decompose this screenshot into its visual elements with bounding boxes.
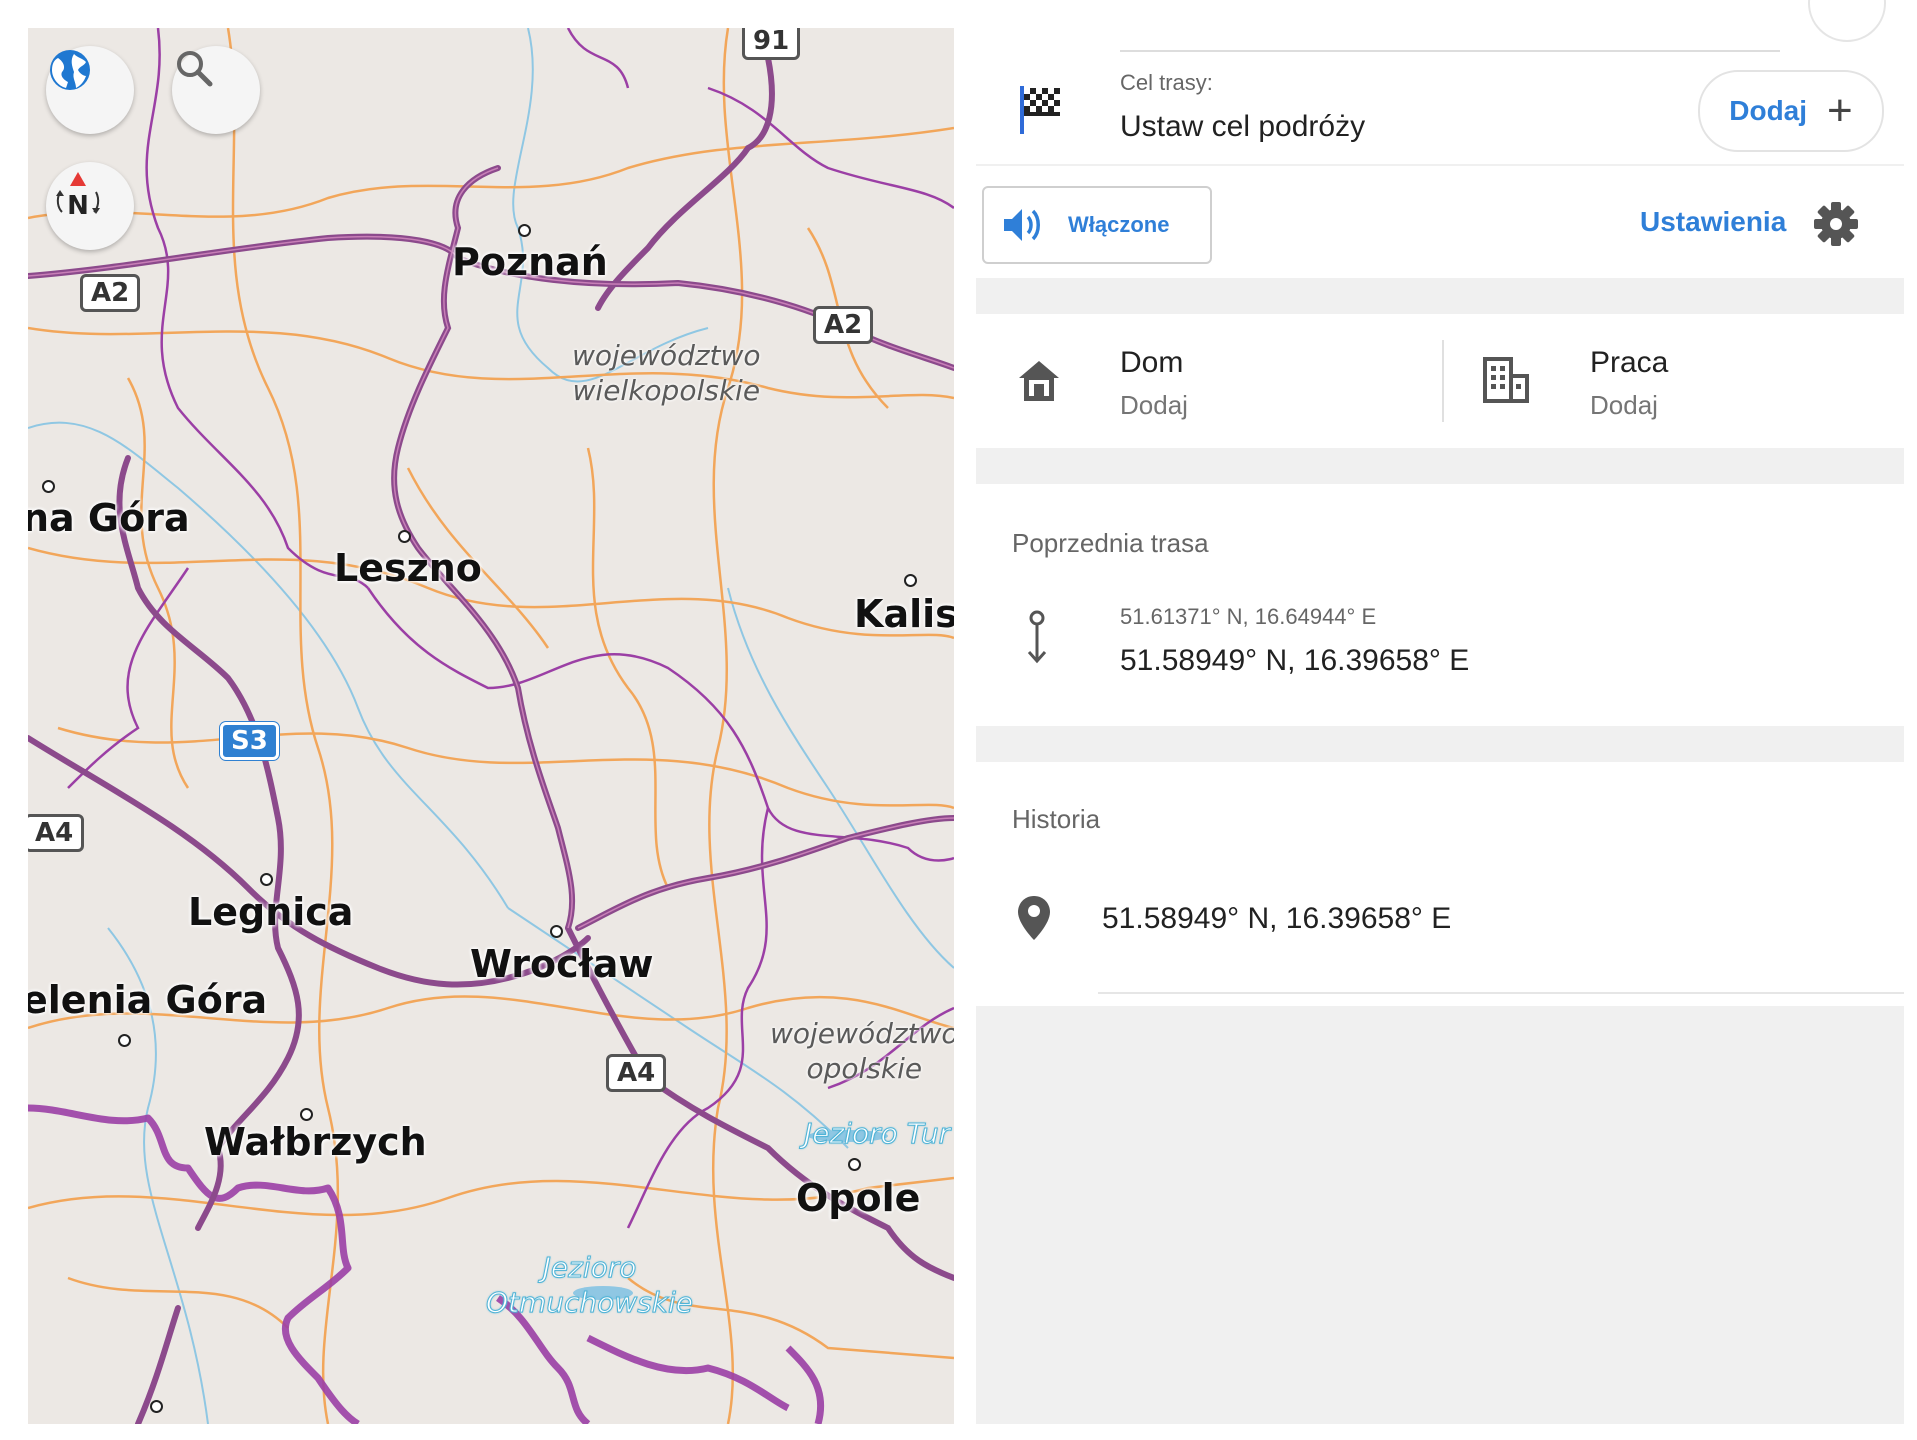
history-header: Historia <box>1012 804 1101 834</box>
previous-route-to: 51.58949° N, 16.39658° E <box>1120 644 1470 677</box>
road-shield-s3: S3 <box>220 722 279 760</box>
city-dot-leszno <box>398 530 411 543</box>
sound-toggle-label: Włączone <box>1068 212 1170 237</box>
road-shield-a2-east: A2 <box>813 306 874 344</box>
layers-button[interactable] <box>46 46 134 134</box>
region-line: wielkopolskie <box>572 374 761 407</box>
finish-flag-icon <box>1018 84 1064 141</box>
lake-label-turawskie: Jezioro Tur <box>803 1116 951 1151</box>
road-shield-a2-west: A2 <box>80 274 141 312</box>
city-dot-opole <box>848 1158 861 1171</box>
history-item-divider <box>1098 992 1904 994</box>
compass-icon: N <box>56 172 100 221</box>
lake-line: Jezioro <box>542 1251 637 1285</box>
lake-label-otmuchowskie: Jezioro Otmuchowskie <box>485 1250 694 1320</box>
city-label-opole[interactable]: Opole <box>796 1176 920 1220</box>
route-card: Cel trasy: Ustaw cel podróży Dodaj + <box>976 0 1904 164</box>
city-dot-zielona-gora <box>42 480 55 493</box>
city-dot-wroclaw <box>550 925 563 938</box>
city-label-kalisz[interactable]: Kalisz <box>854 592 954 636</box>
settings-link[interactable]: Ustawienia <box>1640 206 1786 238</box>
work-subtitle: Dodaj <box>1590 390 1658 420</box>
compass-north-label: N <box>67 191 89 221</box>
globe-icon <box>50 50 90 90</box>
compass-button[interactable]: N <box>46 162 134 250</box>
region-line: opolskie <box>806 1052 923 1085</box>
destination-label: Cel trasy: <box>1120 70 1213 95</box>
route-from-to-icon <box>1027 610 1047 664</box>
search-icon <box>177 51 213 87</box>
city-dot-legnica <box>260 873 273 886</box>
history-item[interactable]: 51.58949° N, 16.39658° E <box>976 874 1904 994</box>
city-label-legnica[interactable]: Legnica <box>188 890 353 934</box>
previous-route-item[interactable]: 51.61371° N, 16.64944° E 51.58949° N, 16… <box>976 594 1904 714</box>
city-dot-kalisz <box>904 574 917 587</box>
location-pin-icon <box>1018 896 1050 940</box>
previous-input-underline <box>1120 50 1780 52</box>
map-view[interactable]: N 91 A2 A2 S3 A4 A4 Poznań na Góra Leszn… <box>28 28 954 1424</box>
home-title: Dom <box>1120 346 1184 379</box>
city-label-wroclaw[interactable]: Wrocław <box>470 942 653 986</box>
city-label-leszno[interactable]: Leszno <box>334 546 482 590</box>
city-label-poznan[interactable]: Poznań <box>452 240 608 284</box>
road-shield-a4-south: A4 <box>606 1054 667 1092</box>
city-label-zielona-gora[interactable]: na Góra <box>28 496 190 540</box>
city-label-jelenia-gora[interactable]: elenia Góra <box>28 978 267 1022</box>
office-building-icon <box>1483 357 1529 403</box>
shortcuts-card: Dom Dodaj Praca Dodaj <box>976 314 1904 448</box>
previous-route-header: Poprzednia trasa <box>1012 528 1209 558</box>
home-shortcut[interactable]: Dom Dodaj <box>976 314 1436 448</box>
region-label-wielkopolskie: województwo wielkopolskie <box>572 338 761 408</box>
controls-card: Włączone Ustawienia <box>976 166 1904 278</box>
add-destination-label: Dodaj <box>1729 95 1808 126</box>
work-shortcut[interactable]: Praca Dodaj <box>1444 314 1904 448</box>
city-dot-jelenia-gora <box>118 1034 131 1047</box>
city-dot-south <box>150 1400 163 1413</box>
city-dot-poznan <box>518 224 531 237</box>
lake-line: Jezioro Tur <box>803 1117 951 1151</box>
plus-icon: + <box>1827 86 1853 135</box>
previous-route-from: 51.61371° N, 16.64944° E <box>1120 604 1377 629</box>
swap-button-edge[interactable] <box>1808 0 1886 42</box>
lake-line: Otmuchowskie <box>485 1286 694 1320</box>
speaker-icon <box>1004 209 1040 241</box>
region-label-opolskie: województwo opolskie <box>770 1016 954 1086</box>
region-line: województwo <box>572 339 761 372</box>
road-shield-91: 91 <box>742 28 801 60</box>
work-title: Praca <box>1590 346 1669 379</box>
route-panel: Cel trasy: Ustaw cel podróży Dodaj + Włą… <box>976 0 1904 1424</box>
home-icon <box>1019 361 1059 401</box>
history-item-label: 51.58949° N, 16.39658° E <box>1102 902 1452 935</box>
home-subtitle: Dodaj <box>1120 390 1188 420</box>
add-destination-button[interactable]: Dodaj + <box>1698 70 1884 152</box>
history-card: Historia 51.58949° N, 16.39658° E <box>976 762 1904 1006</box>
region-line: województwo <box>770 1017 954 1050</box>
city-label-walbrzych[interactable]: Wałbrzych <box>204 1120 427 1164</box>
sound-toggle-button[interactable]: Włączone <box>982 186 1212 264</box>
destination-field[interactable]: Ustaw cel podróży <box>1120 110 1365 144</box>
map-search-button[interactable] <box>172 46 260 134</box>
gear-icon[interactable] <box>1812 200 1860 248</box>
road-shield-a4-west: A4 <box>28 814 85 852</box>
previous-route-card: Poprzednia trasa 51.61371° N, 16.64944° … <box>976 484 1904 726</box>
